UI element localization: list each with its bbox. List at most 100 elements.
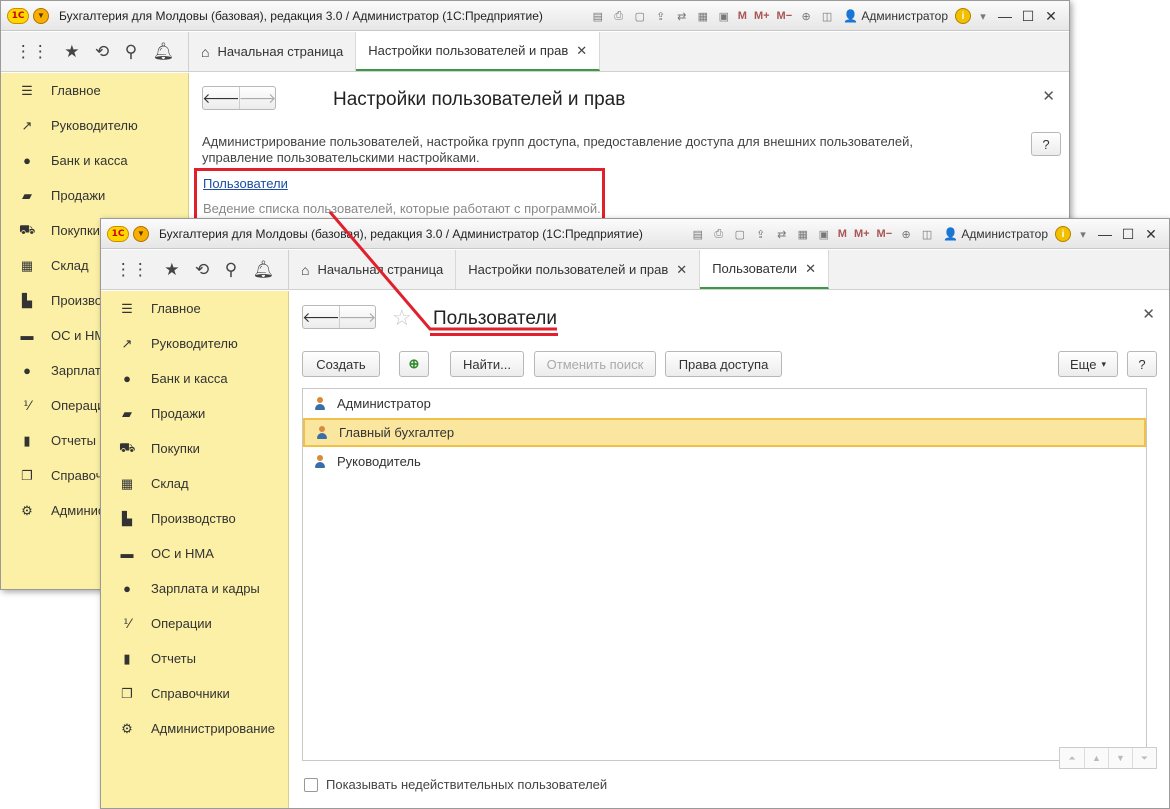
scroll-top-icon[interactable]: ⏶ [1060, 748, 1084, 768]
favorite-star-icon[interactable]: ☆ [392, 305, 412, 331]
cancel-search-button[interactable]: Отменить поиск [534, 351, 656, 377]
main-menu-icon[interactable]: ▼ [133, 225, 149, 242]
tab-user-settings[interactable]: Настройки пользователей и прав ✕ [456, 250, 701, 289]
sidebar-item-manager[interactable]: ↗ Руководителю [101, 326, 288, 361]
memory-m-button[interactable]: M [736, 10, 749, 22]
attach-icon[interactable]: ⇪ [752, 225, 770, 243]
close-icon[interactable]: ✕ [805, 261, 816, 277]
memory-add-button[interactable]: M+ [852, 228, 872, 240]
close-form-icon[interactable]: ✕ [1042, 87, 1055, 105]
access-rights-button[interactable]: Права доступа [665, 351, 782, 377]
apps-grid-icon[interactable]: ⋮⋮ [115, 260, 149, 280]
calculator-icon[interactable]: ▦ [794, 225, 812, 243]
maximize-button[interactable]: ☐ [1118, 226, 1138, 243]
sidebar-item-payroll[interactable]: ● Зарплата и кадры [101, 571, 288, 606]
link-icon[interactable]: ⇄ [773, 225, 791, 243]
sidebar-item-sales[interactable]: ▰ Продажи [1, 178, 188, 213]
tab-users[interactable]: Пользователи ✕ [700, 250, 829, 289]
history-icon[interactable]: ⟲ [195, 260, 209, 280]
bell-icon[interactable]: 🔔︎ [253, 260, 275, 280]
sidebar-item-bank[interactable]: ● Банк и касса [1, 143, 188, 178]
calculator-icon[interactable]: ▦ [694, 7, 712, 25]
users-link[interactable]: Пользователи [203, 176, 288, 191]
sidebar-item-purchases[interactable]: ⛟ Покупки [101, 431, 288, 466]
close-form-icon[interactable]: ✕ [1142, 305, 1155, 323]
history-icon[interactable]: ⟲ [95, 42, 109, 62]
memory-sub-button[interactable]: M− [775, 10, 795, 22]
link-icon[interactable]: ⇄ [673, 7, 691, 25]
sidebar-item-warehouse[interactable]: ▦ Склад [101, 466, 288, 501]
current-user[interactable]: 👤 Администратор [843, 9, 948, 23]
panels-icon[interactable]: ◫ [818, 7, 836, 25]
bell-icon[interactable]: 🔔︎ [153, 42, 175, 62]
calendar-icon[interactable]: ▣ [815, 225, 833, 243]
chevron-down-icon[interactable]: ▾ [1074, 225, 1092, 243]
show-inactive-option[interactable]: Показывать недействительных пользователе… [304, 777, 607, 792]
forward-arrow-icon[interactable]: 🡒 [239, 87, 276, 109]
create-button[interactable]: Создать [302, 351, 380, 377]
print-icon[interactable]: ⎙ [710, 225, 728, 243]
copy-button[interactable]: ⊕ [399, 351, 429, 377]
sidebar-item-reports[interactable]: ▮ Отчеты [101, 641, 288, 676]
1c-logo-icon[interactable]: 1С [107, 225, 129, 242]
attach-icon[interactable]: ⇪ [652, 7, 670, 25]
list-item[interactable]: Главный бухгалтер [303, 418, 1146, 447]
chevron-down-icon[interactable]: ▾ [974, 7, 992, 25]
print-icon[interactable]: ⎙ [610, 7, 628, 25]
forward-arrow-icon[interactable]: 🡒 [339, 306, 376, 328]
preview-icon[interactable]: ▢ [731, 225, 749, 243]
minimize-button[interactable]: — [1095, 226, 1115, 242]
sidebar-item-manager[interactable]: ↗ Руководителю [1, 108, 188, 143]
sidebar-item-main[interactable]: ☰ Главное [101, 291, 288, 326]
current-user[interactable]: 👤 Администратор [943, 227, 1048, 241]
zoom-icon[interactable]: ⊕ [797, 7, 815, 25]
panels-icon[interactable]: ◫ [918, 225, 936, 243]
save-icon[interactable]: ▤ [689, 225, 707, 243]
close-window-button[interactable]: ✕ [1141, 226, 1161, 243]
tab-home[interactable]: ⌂ Начальная страница [289, 250, 457, 289]
find-button[interactable]: Найти... [450, 351, 524, 377]
minimize-button[interactable]: — [995, 8, 1015, 24]
sidebar-item-catalogs[interactable]: ❐ Справочники [101, 676, 288, 711]
sidebar-item-admin[interactable]: ⚙ Администрирование [101, 711, 288, 746]
help-button[interactable]: ? [1031, 132, 1061, 156]
scroll-bottom-icon[interactable]: ⏷ [1132, 748, 1156, 768]
info-icon[interactable]: i [1055, 226, 1071, 242]
save-icon[interactable]: ▤ [589, 7, 607, 25]
search-icon[interactable]: ⚲ [225, 260, 237, 280]
apps-grid-icon[interactable]: ⋮⋮ [15, 42, 49, 62]
close-window-button[interactable]: ✕ [1041, 8, 1061, 25]
zoom-icon[interactable]: ⊕ [897, 225, 915, 243]
more-button[interactable]: Еще ▾ [1058, 351, 1118, 377]
list-item[interactable]: Администратор [303, 389, 1146, 418]
tab-home[interactable]: ⌂ Начальная страница [189, 32, 357, 71]
users-list[interactable]: Администратор Главный бухгалтер Руководи… [302, 388, 1147, 761]
sidebar-item-assets[interactable]: ▬ ОС и НМА [101, 536, 288, 571]
sidebar-item-bank[interactable]: ● Банк и касса [101, 361, 288, 396]
memory-add-button[interactable]: M+ [752, 10, 772, 22]
maximize-button[interactable]: ☐ [1018, 8, 1038, 25]
scroll-down-icon[interactable]: ▼ [1108, 748, 1132, 768]
sidebar-item-sales[interactable]: ▰ Продажи [101, 396, 288, 431]
sidebar-item-production[interactable]: ▙ Производство [101, 501, 288, 536]
scroll-up-icon[interactable]: ▲ [1084, 748, 1108, 768]
sidebar-item-main[interactable]: ☰ Главное [1, 73, 188, 108]
memory-m-button[interactable]: M [836, 228, 849, 240]
show-inactive-checkbox[interactable] [304, 777, 318, 792]
back-arrow-icon[interactable]: 🡐 [202, 87, 240, 109]
1c-logo-icon[interactable]: 1С [7, 7, 29, 24]
list-item[interactable]: Руководитель [303, 447, 1146, 476]
back-arrow-icon[interactable]: 🡐 [302, 306, 340, 328]
close-icon[interactable]: ✕ [676, 262, 687, 278]
memory-sub-button[interactable]: M− [875, 228, 895, 240]
preview-icon[interactable]: ▢ [631, 7, 649, 25]
favorites-star-icon[interactable]: ★ [164, 260, 179, 280]
help-button[interactable]: ? [1127, 351, 1157, 377]
search-icon[interactable]: ⚲ [125, 42, 137, 62]
favorites-star-icon[interactable]: ★ [64, 42, 79, 62]
calendar-icon[interactable]: ▣ [715, 7, 733, 25]
tab-user-settings[interactable]: Настройки пользователей и прав ✕ [356, 32, 601, 71]
sidebar-item-operations[interactable]: ⅟ Операции [101, 606, 288, 641]
main-menu-icon[interactable]: ▼ [33, 7, 49, 24]
info-icon[interactable]: i [955, 8, 971, 24]
